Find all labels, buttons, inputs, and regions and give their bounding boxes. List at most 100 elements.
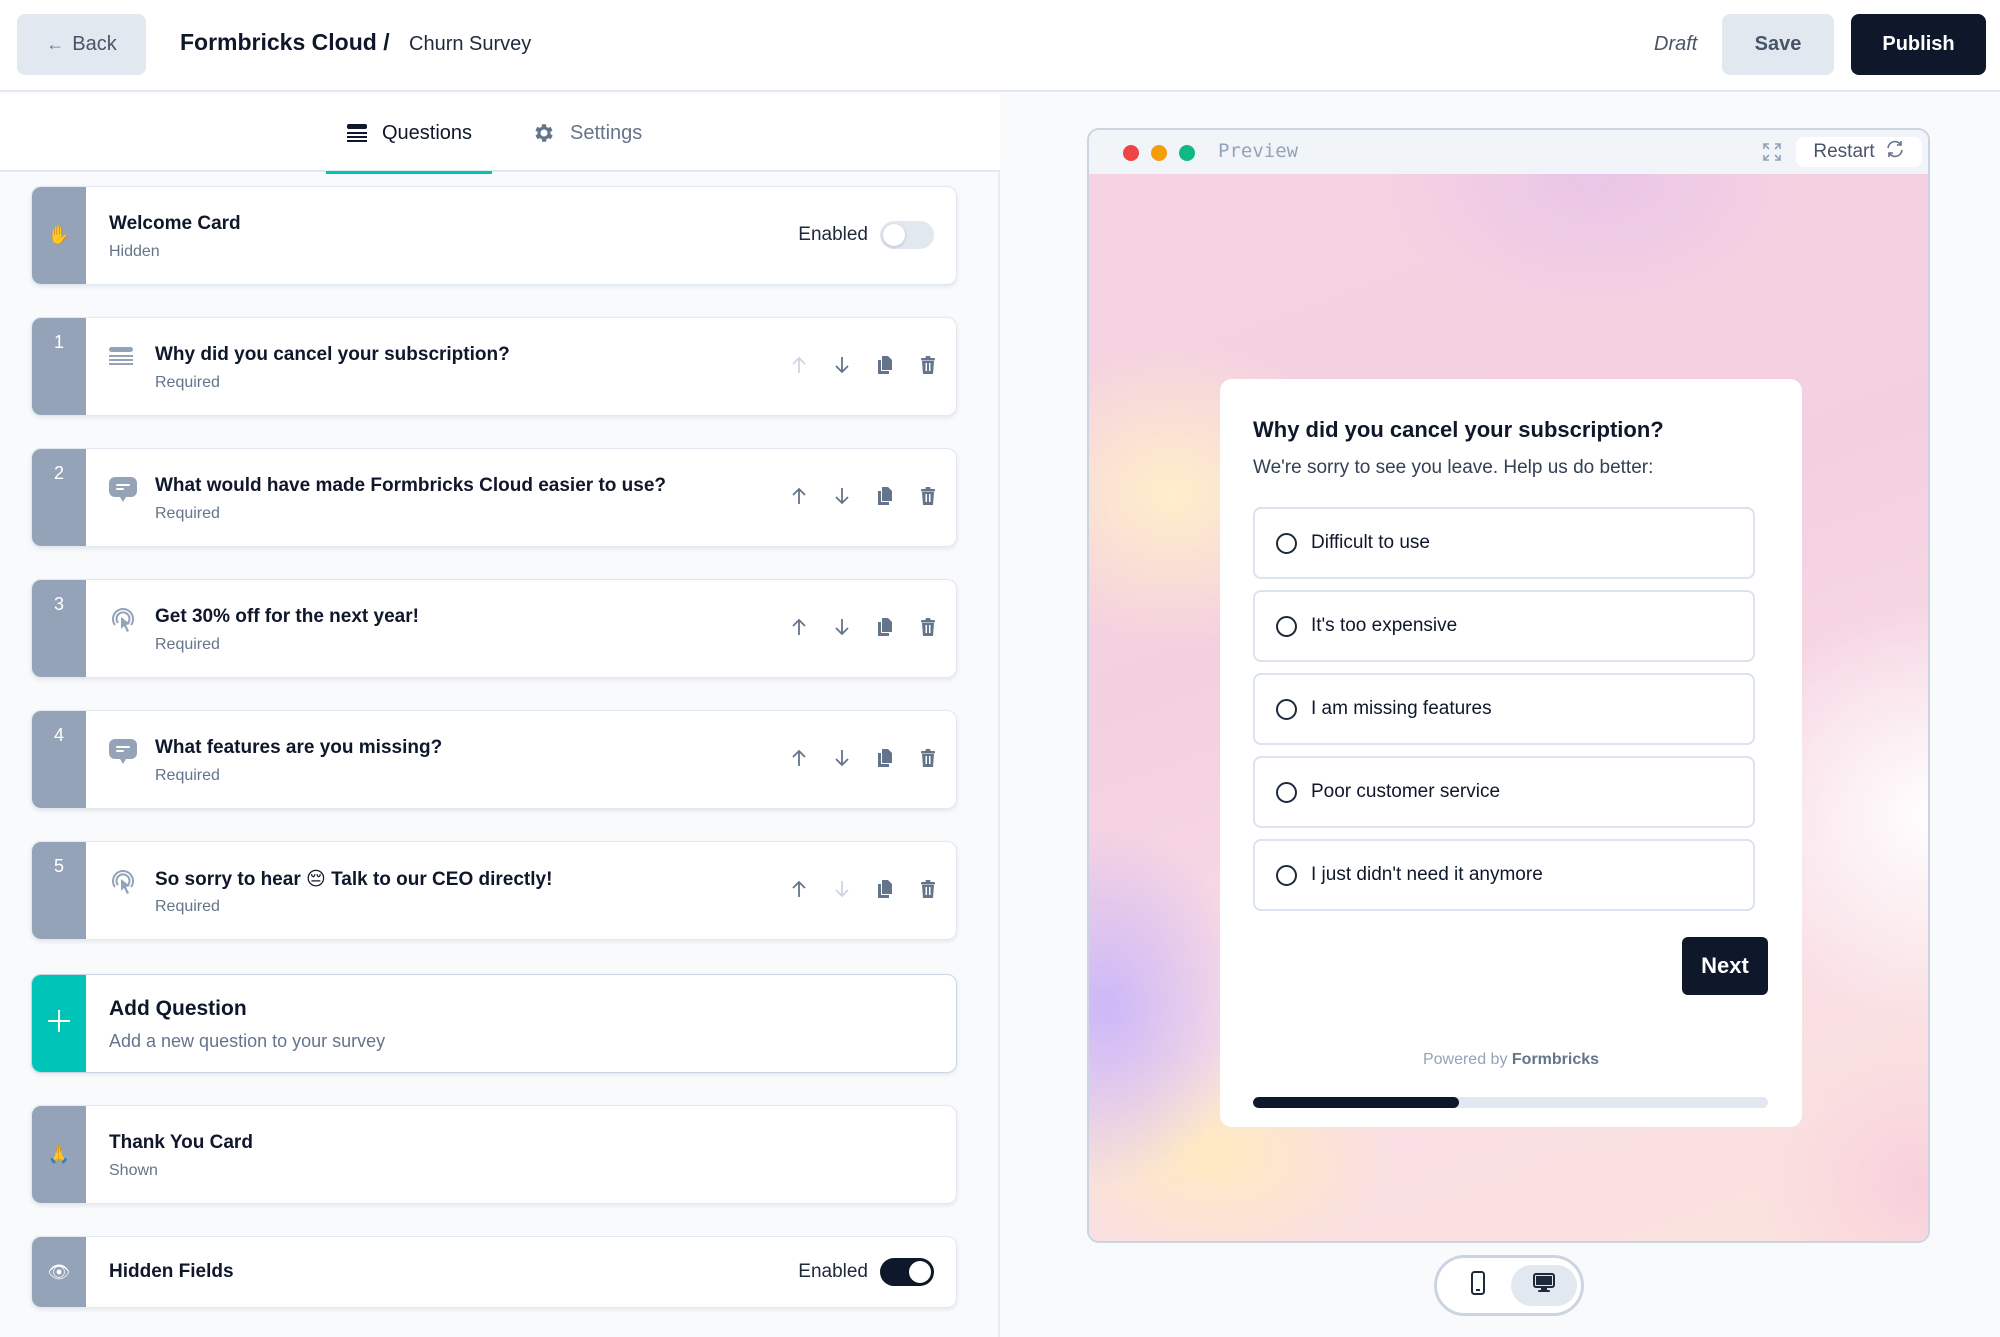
top-bar: ← Back Formbricks Cloud / Churn Survey D… [0, 0, 2000, 92]
expand-icon[interactable] [1762, 142, 1782, 162]
trash-icon[interactable] [918, 878, 938, 900]
survey-question: Why did you cancel your subscription? [1253, 417, 1664, 442]
survey-name[interactable]: Churn Survey [409, 33, 531, 56]
question-number: 1 [32, 318, 86, 415]
toggle-label: Enabled [798, 1261, 868, 1282]
radio-icon [1276, 864, 1297, 886]
toggle-knob [909, 1261, 931, 1283]
choice-option[interactable]: It's too expensive [1253, 590, 1755, 662]
choice-option[interactable]: I just didn't need it anymore [1253, 839, 1755, 911]
question-title: What would have made Formbricks Cloud ea… [155, 475, 666, 496]
duplicate-icon[interactable] [875, 747, 895, 769]
choice-option[interactable]: I am missing features [1253, 673, 1755, 745]
trash-icon[interactable] [918, 354, 938, 376]
progress-fill [1253, 1097, 1459, 1108]
powered-by[interactable]: Powered by Formbricks [1220, 1051, 1802, 1069]
question-number: 4 [32, 711, 86, 808]
card-rail: 🙏 [32, 1106, 86, 1203]
list-icon [346, 123, 368, 143]
back-button[interactable]: ← Back [17, 14, 146, 75]
editor-panel: Questions Settings ✋ Welcome Card Hidden… [0, 94, 1000, 1337]
duplicate-icon[interactable] [875, 354, 895, 376]
question-actions [789, 878, 938, 900]
tab-settings[interactable]: Settings [532, 94, 642, 172]
back-label: Back [72, 33, 117, 55]
arrow-down-icon[interactable] [832, 747, 852, 769]
choice-label: I just didn't need it anymore [1311, 864, 1543, 885]
arrow-up-icon[interactable] [789, 747, 809, 769]
add-question-button[interactable]: Add Question Add a new question to your … [31, 974, 957, 1073]
question-card[interactable]: 3 Get 30% off for the next year! Require… [31, 579, 957, 678]
mobile-view-button[interactable] [1445, 1265, 1511, 1306]
arrow-up-icon[interactable] [789, 354, 809, 376]
duplicate-icon[interactable] [875, 485, 895, 507]
thank-you-card-status: Shown [109, 1162, 158, 1179]
powered-by-text: Powered by [1422, 1051, 1508, 1068]
question-title: Get 30% off for the next year! [155, 606, 419, 627]
arrow-up-icon[interactable] [789, 878, 809, 900]
publish-button[interactable]: Publish [1851, 14, 1986, 75]
question-actions [789, 485, 938, 507]
radio-icon [1276, 781, 1297, 803]
trash-icon[interactable] [918, 616, 938, 638]
welcome-card[interactable]: ✋ Welcome Card Hidden Enabled [31, 186, 957, 285]
question-title: So sorry to hear 😔 Talk to our CEO direc… [155, 869, 553, 890]
question-card[interactable]: 4 What features are you missing? Require… [31, 710, 957, 809]
card-rail: ✋ [32, 187, 86, 284]
arrow-down-icon[interactable] [832, 485, 852, 507]
chat-bubble-icon [108, 475, 138, 505]
plus-icon [47, 1009, 71, 1038]
duplicate-icon[interactable] [875, 878, 895, 900]
raised-hand-icon: ✋ [47, 225, 71, 245]
trash-icon[interactable] [918, 485, 938, 507]
arrow-up-icon[interactable] [789, 485, 809, 507]
question-title: What features are you missing? [155, 737, 443, 758]
tab-questions-label: Questions [381, 121, 473, 144]
powered-by-brand: Formbricks [1511, 1051, 1600, 1068]
hidden-fields-card[interactable]: 👁 Hidden Fields Enabled [31, 1236, 957, 1308]
chat-bubble-icon [108, 737, 138, 767]
question-card[interactable]: 5 So sorry to hear 😔 Talk to our CEO dir… [31, 841, 957, 940]
question-card[interactable]: 2 What would have made Formbricks Cloud … [31, 448, 957, 547]
arrow-down-icon[interactable] [832, 878, 852, 900]
duplicate-icon[interactable] [875, 616, 895, 638]
trash-icon[interactable] [918, 747, 938, 769]
question-status: Required [155, 767, 220, 784]
refresh-icon [1885, 140, 1905, 164]
smartphone-icon [1470, 1271, 1486, 1300]
choice-option[interactable]: Difficult to use [1253, 507, 1755, 579]
arrow-down-icon[interactable] [832, 616, 852, 638]
save-button[interactable]: Save [1722, 14, 1834, 75]
window-dot-amber [1151, 145, 1167, 161]
gear-icon [532, 121, 556, 145]
survey-subheader: We're sorry to see you leave. Help us do… [1253, 457, 1654, 478]
window-dot-green [1179, 145, 1195, 161]
survey-card: Why did you cancel your subscription? We… [1220, 379, 1802, 1127]
desktop-view-button[interactable] [1511, 1265, 1577, 1306]
card-rail: 👁 [32, 1237, 86, 1307]
monitor-icon [1532, 1272, 1556, 1299]
choice-option[interactable]: Poor customer service [1253, 756, 1755, 828]
question-status: Required [155, 898, 220, 915]
welcome-card-status: Hidden [109, 243, 160, 260]
question-number: 2 [32, 449, 86, 546]
hidden-fields-title: Hidden Fields [109, 1261, 234, 1282]
arrow-left-icon: ← [46, 34, 65, 54]
question-number: 5 [32, 842, 86, 939]
welcome-card-toggle[interactable] [880, 221, 934, 249]
arrow-up-icon[interactable] [789, 616, 809, 638]
question-status: Required [155, 374, 220, 391]
preview-background: Why did you cancel your subscription? We… [1089, 174, 1928, 1241]
question-card[interactable]: 1 Why did you cancel your subscription? … [31, 317, 957, 416]
thank-you-card[interactable]: 🙏 Thank You Card Shown [31, 1105, 957, 1204]
restart-button[interactable]: Restart [1796, 137, 1922, 167]
arrow-down-icon[interactable] [832, 354, 852, 376]
question-title: Why did you cancel your subscription? [155, 344, 510, 365]
next-button[interactable]: Next [1682, 937, 1768, 995]
tab-questions[interactable]: Questions [326, 94, 492, 174]
progress-bar [1253, 1097, 1768, 1108]
hidden-fields-toggle[interactable] [880, 1258, 934, 1286]
add-question-title: Add Question [109, 997, 247, 1020]
cursor-click-icon [108, 868, 138, 898]
thank-you-card-title: Thank You Card [109, 1132, 253, 1153]
